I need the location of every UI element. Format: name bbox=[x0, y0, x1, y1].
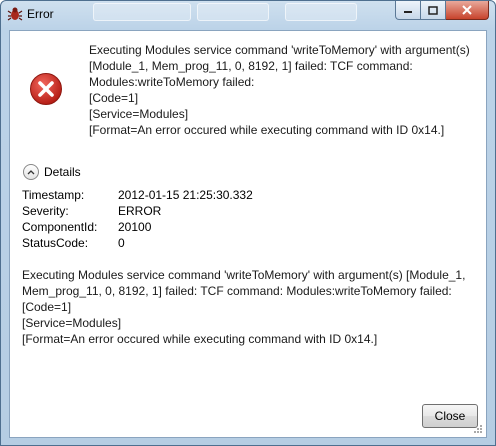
background-tab-ghost bbox=[197, 3, 269, 21]
error-icon bbox=[30, 73, 62, 105]
chevron-up-icon bbox=[23, 164, 39, 180]
window-title: Error bbox=[27, 7, 54, 21]
detail-message: Executing Modules service command 'write… bbox=[22, 268, 466, 346]
detail-key: Severity: bbox=[22, 204, 69, 218]
resize-grip-icon[interactable] bbox=[473, 424, 483, 434]
title-bar[interactable]: Error bbox=[1, 1, 495, 27]
minimize-icon bbox=[404, 11, 412, 13]
detail-key: Timestamp: bbox=[22, 188, 85, 202]
window-controls bbox=[395, 1, 489, 21]
background-tab-ghost bbox=[285, 3, 357, 21]
detail-key: ComponentId: bbox=[22, 220, 98, 234]
detail-value: 2012-01-15 21:25:30.332 bbox=[118, 188, 253, 202]
detail-value: ERROR bbox=[118, 204, 162, 218]
bug-icon bbox=[7, 7, 23, 21]
detail-value: 20100 bbox=[118, 220, 152, 234]
dialog-content: Executing Modules service command 'write… bbox=[9, 30, 487, 438]
maximize-icon bbox=[428, 5, 438, 15]
error-message: Executing Modules service command 'write… bbox=[89, 43, 470, 137]
close-icon bbox=[462, 5, 472, 15]
details-toggle[interactable]: Details bbox=[23, 164, 81, 180]
close-window-button[interactable] bbox=[446, 1, 489, 20]
detail-key: StatusCode: bbox=[22, 236, 89, 250]
background-tab-ghost bbox=[93, 3, 191, 21]
close-button[interactable]: Close bbox=[422, 404, 478, 428]
details-label: Details bbox=[44, 165, 81, 179]
maximize-button[interactable] bbox=[421, 1, 446, 20]
detail-value: 0 bbox=[118, 236, 125, 250]
minimize-button[interactable] bbox=[395, 1, 421, 20]
error-dialog: Error Executing Modules service command … bbox=[0, 0, 496, 446]
